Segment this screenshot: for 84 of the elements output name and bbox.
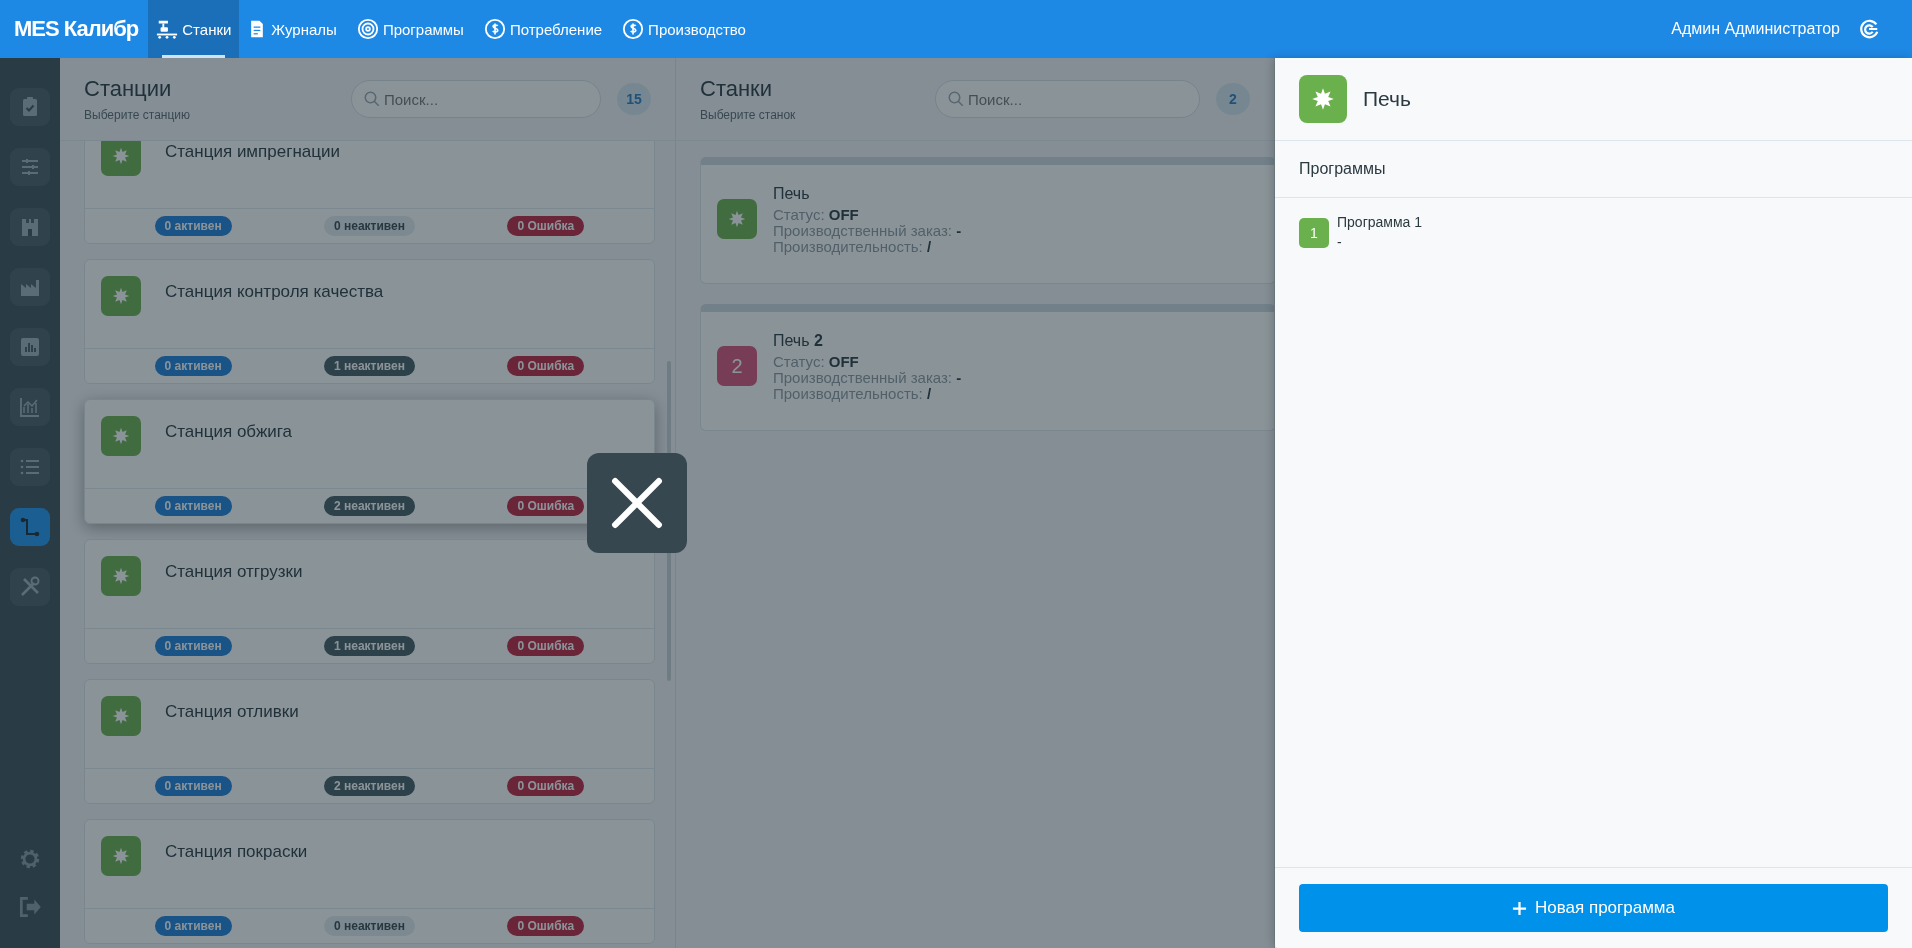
machine-info: Статус: OFF <box>773 354 859 370</box>
status-badge: 0 активен <box>154 916 232 936</box>
station-card[interactable]: Станция импрегнации 0 активен 0 неактивен 0 Ошибка <box>84 141 655 244</box>
station-card[interactable]: Станция обжига 0 активен 2 неактивен 0 Ошибка <box>84 399 655 524</box>
station-card[interactable]: Станция контроля качества 0 активен 1 неактивен 0 Ошибка <box>84 259 655 384</box>
sidebar-button[interactable] <box>10 208 50 246</box>
status-badge: 0 активен <box>154 216 232 236</box>
sidebar-button[interactable] <box>10 328 50 366</box>
sidebar-button[interactable] <box>10 148 50 186</box>
nav-tab[interactable]: Станки <box>148 0 240 58</box>
sidebar-button[interactable] <box>10 268 50 306</box>
close-button[interactable] <box>587 453 687 553</box>
section-title: Программы <box>1299 160 1386 178</box>
route-icon <box>18 515 42 539</box>
sidebar-button[interactable] <box>10 388 50 426</box>
status-badge: 0 активен <box>154 776 232 796</box>
count-badge: 15 <box>617 83 651 115</box>
station-name: Станция отливки <box>165 702 299 722</box>
line-chart-icon <box>18 395 42 419</box>
machine-info: Статус: OFF <box>773 207 859 223</box>
status-badge: 2 неактивен <box>324 496 415 516</box>
new-program-button[interactable]: Новая программа <box>1299 884 1888 932</box>
panel-title: Станции <box>84 76 172 102</box>
status-badge: 0 активен <box>154 496 232 516</box>
sidebar-button[interactable] <box>10 448 50 486</box>
status-badge: 2 неактивен <box>324 776 415 796</box>
station-name: Станция отгрузки <box>165 562 303 582</box>
sidebar-button[interactable] <box>10 508 50 546</box>
status-badge: 0 Ошибка <box>507 916 585 936</box>
target-icon <box>356 18 379 40</box>
machine-card[interactable]: 2 Печь 2 Статус: OFF Производственный заказ: - Производительность: / <box>700 304 1274 431</box>
status-badge: 0 Ошибка <box>507 776 585 796</box>
app-logo: MES Калибр <box>14 16 139 42</box>
machine-name: Печь <box>773 185 810 203</box>
nav-tab[interactable]: Программы <box>348 0 476 58</box>
nav-tab[interactable]: Потребление <box>475 0 615 58</box>
panel-subtitle: Выберите станцию <box>84 108 191 122</box>
status-badge: 0 неактивен <box>324 916 415 936</box>
plus-icon <box>1512 900 1527 916</box>
panel-subtitle: Выберите станок <box>700 108 796 122</box>
dollar-icon <box>483 18 506 40</box>
machine-name: Печь 2 <box>773 332 823 350</box>
conveyor-icon <box>156 18 179 40</box>
status-badge: 0 Ошибка <box>507 496 585 516</box>
station-name: Станция обжига <box>165 422 293 442</box>
status-badge: 0 неактивен <box>324 216 415 236</box>
drawer-title: Печь <box>1363 87 1411 111</box>
sidebar-button[interactable] <box>10 88 50 126</box>
machine-number: 2 <box>717 346 757 386</box>
search-field[interactable]: Поиск... <box>935 80 1200 118</box>
search-field[interactable]: Поиск... <box>351 80 601 118</box>
status-badge: 0 Ошибка <box>507 216 585 236</box>
close-icon <box>611 477 663 529</box>
station-name: Станция импрегнации <box>165 142 340 162</box>
program-description: - <box>1337 234 1342 250</box>
machine-info: Производственный заказ: - <box>773 370 962 386</box>
machine-info: Производительность: / <box>773 239 932 255</box>
sidebar-button[interactable] <box>10 568 50 606</box>
nav-tab[interactable]: Журналы <box>239 0 349 58</box>
dollar-icon <box>622 18 645 40</box>
count-badge: 2 <box>1216 83 1250 115</box>
status-badge: 1 неактивен <box>324 356 415 376</box>
program-number: 1 <box>1299 218 1329 248</box>
station-name: Станция покраски <box>165 842 308 862</box>
user-name[interactable]: Админ Администратор <box>1671 20 1840 38</box>
machine-info: Производственный заказ: - <box>773 223 962 239</box>
station-card[interactable]: Станция покраски 0 активен 0 неактивен 0 Ошибка <box>84 819 655 944</box>
station-name: Станция контроля качества <box>165 282 384 302</box>
bar-chart-icon <box>18 335 42 359</box>
status-badge: 0 Ошибка <box>507 636 585 656</box>
station-card[interactable]: Станция отгрузки 0 активен 1 неактивен 0 Ошибка <box>84 539 655 664</box>
station-card[interactable]: Станция отливки 0 активен 2 неактивен 0 Ошибка <box>84 679 655 804</box>
status-badge: 0 активен <box>154 356 232 376</box>
machine-info: Производительность: / <box>773 386 932 402</box>
status-badge: 0 активен <box>154 636 232 656</box>
panel-title: Станки <box>700 76 772 102</box>
machine-card[interactable]: Печь Статус: OFF Производственный заказ: - Производительность: / <box>700 157 1274 284</box>
logout-icon[interactable] <box>17 894 43 920</box>
nav-tab[interactable]: Производство <box>614 0 758 58</box>
status-badge: 1 неактивен <box>324 636 415 656</box>
status-badge: 0 Ошибка <box>507 356 585 376</box>
program-item[interactable]: 1 Программа 1 - <box>1299 214 1888 250</box>
swirl-logo-icon[interactable] <box>1858 18 1880 40</box>
program-name: Программа 1 <box>1337 214 1423 230</box>
